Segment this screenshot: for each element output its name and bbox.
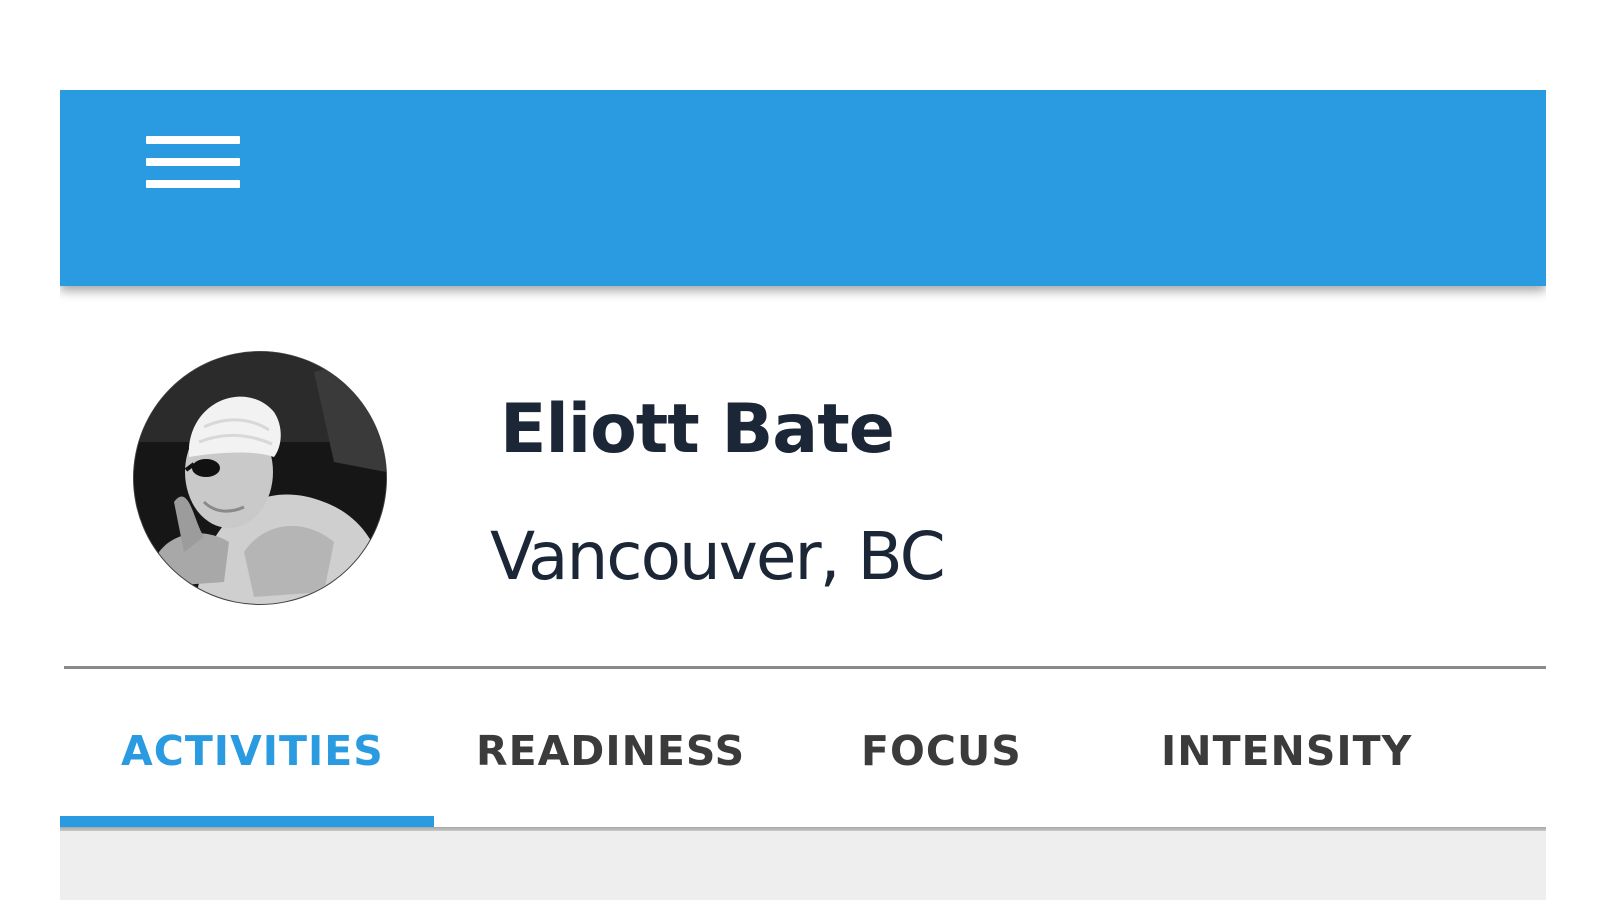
hamburger-menu-icon[interactable] <box>136 124 246 204</box>
app-screen: Eliott Bate Vancouver, BC ACTIVITIES REA… <box>60 90 1546 900</box>
profile-location: Vancouver, BC <box>490 518 946 595</box>
tab-intensity[interactable]: INTENSITY <box>1161 727 1412 775</box>
app-bar <box>60 90 1546 286</box>
avatar <box>134 352 386 604</box>
tab-focus[interactable]: FOCUS <box>861 727 1022 775</box>
profile-photo-swimmer <box>134 352 386 604</box>
profile-name: Eliott Bate <box>500 390 895 469</box>
tab-activities[interactable]: ACTIVITIES <box>121 727 384 775</box>
content-area <box>60 831 1546 900</box>
tab-readiness[interactable]: READINESS <box>476 727 745 775</box>
active-tab-indicator <box>60 816 434 827</box>
tab-bar: ACTIVITIES READINESS FOCUS INTENSITY <box>60 669 1546 837</box>
